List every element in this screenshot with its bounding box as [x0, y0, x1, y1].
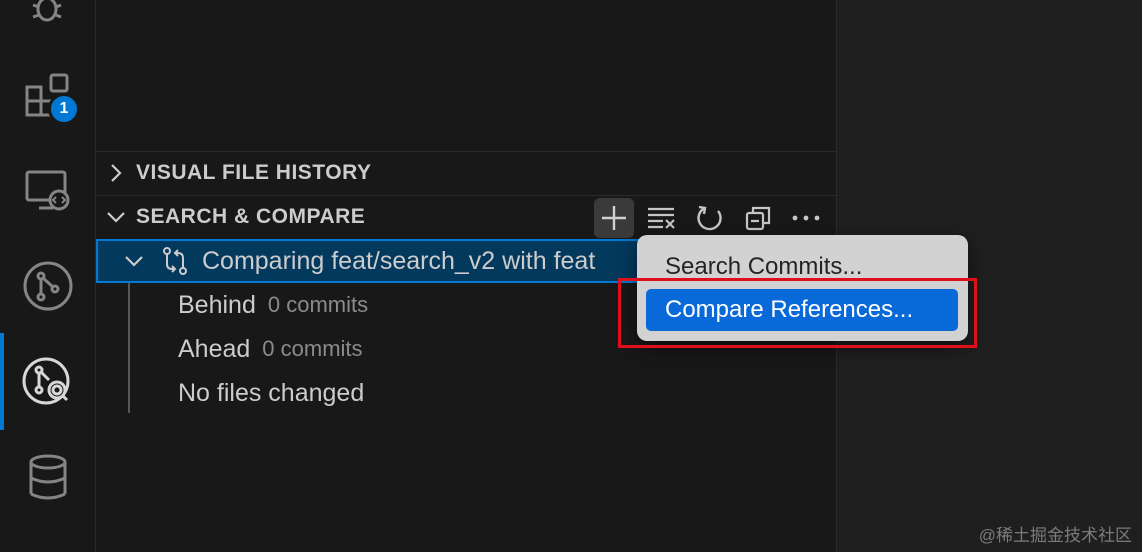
- collapse-all-icon[interactable]: [738, 198, 778, 238]
- compare-icon: [162, 246, 188, 276]
- watermark: @稀土掘金技术社区: [978, 526, 1132, 545]
- clear-all-icon[interactable]: [642, 198, 682, 238]
- refresh-icon[interactable]: [690, 198, 730, 238]
- source-control-icon[interactable]: [0, 238, 95, 334]
- chevron-down-icon: [124, 254, 144, 268]
- activity-bar: 1: [0, 0, 96, 552]
- tree-row-no-files[interactable]: No files changed: [96, 371, 836, 415]
- extensions-icon[interactable]: [0, 48, 95, 144]
- annotation-highlight-box: [618, 278, 977, 348]
- section-title: SEARCH & COMPARE: [136, 205, 366, 228]
- row-description: 0 commits: [262, 336, 363, 361]
- section-title: VISUAL FILE HISTORY: [136, 161, 372, 184]
- row-label: Behind: [178, 290, 256, 319]
- database-icon[interactable]: [0, 430, 95, 526]
- comparison-label: Comparing feat/search_v2 with feat: [202, 246, 596, 275]
- chevron-down-icon: [96, 210, 136, 224]
- remote-explorer-icon[interactable]: [0, 143, 95, 239]
- section-toolbar: [594, 196, 826, 239]
- row-description: 0 commits: [267, 292, 369, 317]
- add-icon[interactable]: [594, 197, 634, 238]
- row-label: Ahead: [178, 334, 251, 363]
- section-visual-file-history[interactable]: VISUAL FILE HISTORY: [96, 151, 836, 194]
- row-label: No files changed: [178, 378, 365, 407]
- gitlens-inspect-icon[interactable]: [0, 333, 95, 429]
- extensions-badge: 1: [48, 93, 80, 125]
- chevron-right-icon: [96, 163, 136, 183]
- more-actions-icon[interactable]: [786, 198, 826, 238]
- section-search-compare[interactable]: SEARCH & COMPARE: [96, 195, 836, 238]
